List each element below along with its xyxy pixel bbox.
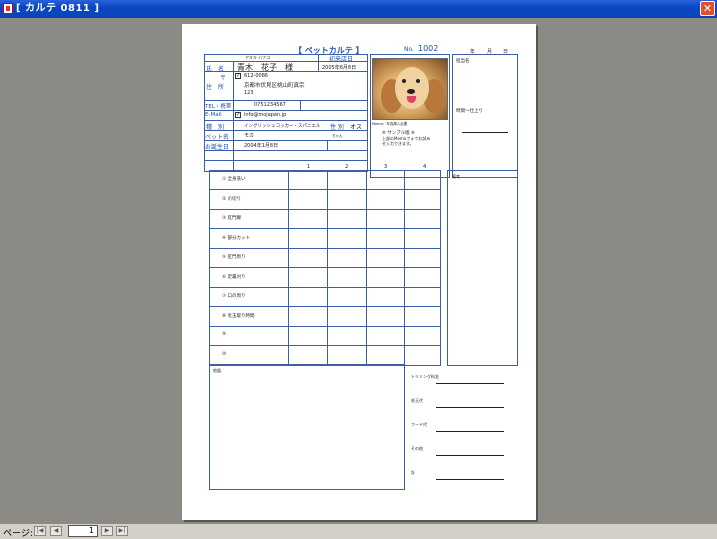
address-label: 住 所 [206, 84, 225, 91]
grid-row-2: ② 爪切り [222, 197, 241, 202]
first-page-button[interactable]: |◀ [34, 526, 46, 536]
first-visit-label: 初来店日 [329, 56, 354, 63]
pet-name-suffix: ちゃん [332, 134, 343, 138]
page-number-input[interactable]: 1 [68, 525, 98, 537]
sex-label: 性 別 [330, 124, 344, 131]
close-button[interactable]: ✕ [700, 1, 715, 16]
fee-label-mattes: 毛玉代 [411, 398, 423, 403]
service-grid [209, 170, 441, 366]
tel-value: 0751234567 [254, 102, 286, 108]
record-navigation-bar: ページ: |◀ ◀ 1 ▶ ▶| [0, 524, 717, 539]
owner-name: 青木 花子 様 [237, 63, 293, 72]
fee-label-other: その他 [411, 446, 423, 451]
remarks-label: 備考 [452, 174, 460, 179]
app-icon [3, 3, 13, 14]
photo-caption: Memo：写真挿入必要 [372, 122, 408, 126]
no-value: 1002 [418, 44, 439, 53]
address-line1: 京都市伏見区桃山町真宗 [244, 83, 305, 89]
breed-label: 種 別 [206, 124, 225, 131]
grid-row-8: ⑧ 毛玉取り時間 [222, 314, 255, 319]
remarks-box [447, 170, 518, 366]
email-value: info@mojapan.jp [244, 112, 287, 118]
fee-label-trimming: トリミング料金 [411, 374, 439, 379]
grid-row-7: ⑦ 口の周り [222, 294, 246, 299]
email-label: E-Mail [205, 112, 222, 118]
prev-page-button[interactable]: ◀ [50, 526, 62, 536]
grid-row-5: ⑤ 肛門周り [222, 255, 246, 260]
no-label: No. [404, 46, 414, 53]
birthday-value: 2004年1月8日 [244, 143, 279, 149]
time-label: 時間〜仕上り [456, 109, 483, 114]
map-label: 地図 [213, 368, 221, 373]
report-preview-area[interactable]: 【 ペットカルテ 】 No. 1002 年 月 日 アオキ ハナコ 初来店日 氏… [0, 18, 717, 524]
map-box [209, 364, 405, 490]
grid-row-9: ⑨ [222, 332, 227, 337]
pet-name-label: ペット名 [205, 134, 230, 141]
sample-note-3: せ入力できます。 [382, 141, 414, 146]
staff-box [452, 54, 518, 178]
last-page-button[interactable]: ▶| [116, 526, 128, 536]
furigana: アオキ ハナコ [245, 55, 271, 60]
postal-code: 612-0086 [244, 73, 269, 79]
title-bar: [ カルテ 0811 ] ✕ [0, 0, 717, 18]
next-page-button[interactable]: ▶ [101, 526, 113, 536]
report-page: 【 ペットカルテ 】 No. 1002 年 月 日 アオキ ハナコ 初来店日 氏… [182, 24, 536, 520]
pet-photo [372, 58, 448, 120]
postal-checkbox[interactable]: ✓ [235, 73, 241, 79]
grid-row-1: ① 全身洗い [222, 177, 246, 182]
email-checkbox[interactable]: ✓ [235, 112, 241, 118]
name-label: 氏 名 [206, 66, 225, 73]
first-visit-value: 2005年6月8日 [322, 65, 357, 71]
grid-row-10: ⑩ [222, 352, 227, 357]
birthday-label: お誕生日 [205, 144, 230, 151]
tel-label: TEL・携帯 [205, 104, 232, 110]
page-label: ページ: [3, 529, 33, 539]
fee-label-total: 計 [411, 470, 415, 475]
sex-value: オス [350, 124, 363, 131]
window-title: [ カルテ 0811 ] [16, 3, 100, 14]
grid-row-3: ③ 肛門腺 [222, 216, 241, 221]
pet-name-value: モカ [244, 133, 255, 139]
grid-row-6: ⑥ 足裏刈り [222, 275, 246, 280]
address-line2: 123 [244, 90, 254, 96]
fee-label-food: フード代 [411, 422, 427, 427]
breed-value: イングリッシュコッカー・スパニエル [244, 124, 321, 129]
grid-row-4: ④ 部分カット [222, 236, 250, 241]
groomer-label: 担当名 [456, 59, 470, 64]
postal-mark: 〒 [220, 75, 227, 82]
